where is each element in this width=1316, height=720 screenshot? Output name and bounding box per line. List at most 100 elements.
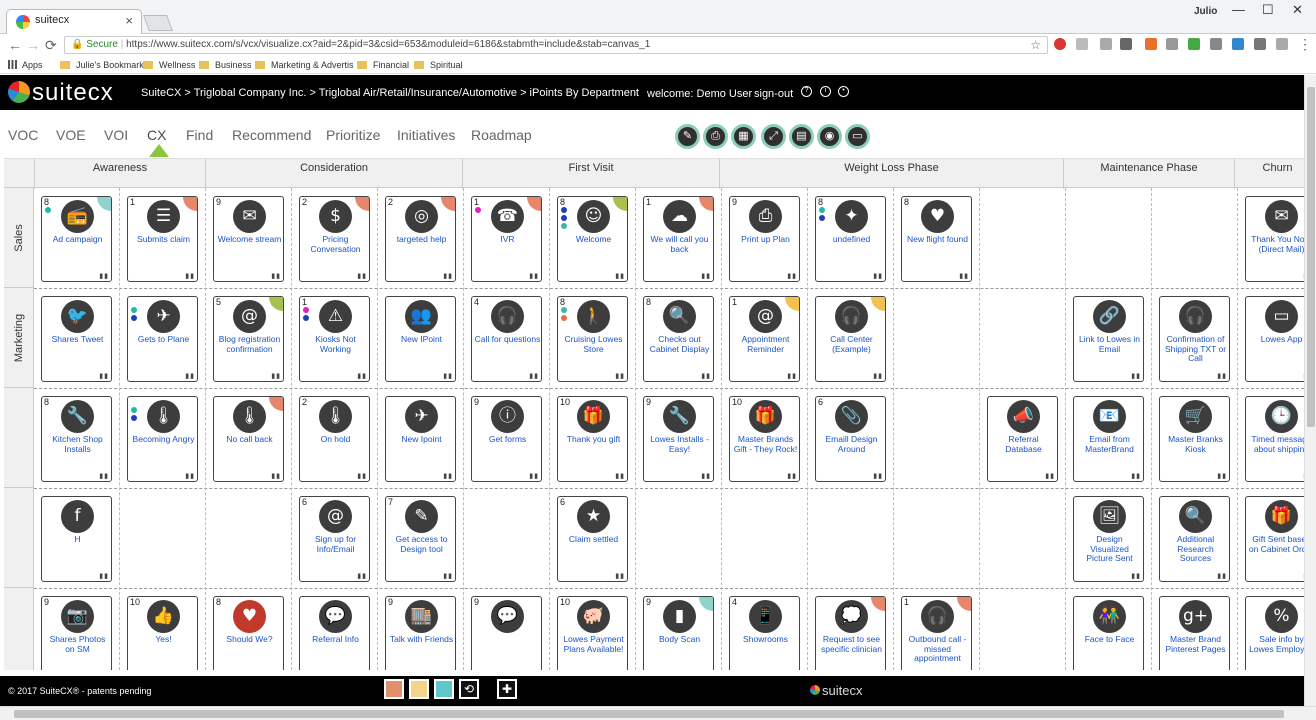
- view-tool-icon[interactable]: ◉: [817, 124, 842, 149]
- ipoint-card[interactable]: 9💬▮▮: [471, 596, 542, 670]
- ipoint-card[interactable]: 5 @ Blog registration confirmation ▮▮: [213, 296, 284, 382]
- ipoint-card[interactable]: 9 🔧 Lowes Installs - Easy! ▮▮: [643, 396, 714, 482]
- ipoint-card[interactable]: 6 @ Sign up for Info/Email ▮▮: [299, 496, 370, 582]
- help-icon[interactable]: ?: [801, 86, 812, 97]
- document-tool-icon[interactable]: ▤: [789, 124, 814, 149]
- ipoint-card[interactable]: 10 🎁 Master Brands Gift - They Rock! ▮▮: [729, 396, 800, 482]
- nav-voe[interactable]: VOE: [56, 127, 86, 143]
- phase-maintenance[interactable]: Maintenance Phase: [1063, 159, 1234, 189]
- ipoint-card[interactable]: 2 🌡 On hold ▮▮: [299, 396, 370, 482]
- pin-tool-icon[interactable]: ✎: [675, 124, 700, 149]
- ipoint-card[interactable]: 10🐖Lowes Payment Plans Available!▮▮: [557, 596, 628, 670]
- expand-tool-icon[interactable]: ⤢: [761, 124, 786, 149]
- ipoint-card[interactable]: 8 🚶 Cruising Lowes Store ▮▮: [557, 296, 628, 382]
- ipoint-card[interactable]: ✉Thank You Note (Direct Mail) ▮▮: [1245, 196, 1304, 282]
- ipoint-card[interactable]: 7 ✎ Get access to Design tool ▮▮: [385, 496, 456, 582]
- bookmark-folder[interactable]: Wellness: [143, 60, 195, 70]
- info-icon[interactable]: i: [820, 86, 831, 97]
- minimize-icon[interactable]: —: [1232, 2, 1245, 17]
- nav-cx[interactable]: CX: [147, 127, 166, 143]
- nav-find[interactable]: Find: [186, 127, 213, 143]
- menu-icon[interactable]: ⋮: [1298, 36, 1312, 53]
- nav-recommend[interactable]: Recommend: [232, 127, 311, 143]
- ipoint-card[interactable]: 🕒Timed message about shipping ▮▮: [1245, 396, 1304, 482]
- breadcrumb[interactable]: SuiteCX > Triglobal Company Inc. > Trigl…: [141, 87, 639, 99]
- ipoint-card[interactable]: 2 $ Pricing Conversation ▮▮: [299, 196, 370, 282]
- back-icon[interactable]: ←: [8, 37, 22, 53]
- ipoint-card[interactable]: 🎧 Call Center (Example) ▮▮: [815, 296, 886, 382]
- extension-icon[interactable]: [1100, 38, 1112, 50]
- settings-icon[interactable]: •: [838, 86, 849, 97]
- ipoint-card[interactable]: 💬Referral Info▮▮: [299, 596, 370, 670]
- ipoint-card[interactable]: 🐦 Shares Tweet ▮▮: [41, 296, 112, 382]
- ipoint-card[interactable]: 8 ✦ undefined ▮▮: [815, 196, 886, 282]
- ipoint-card[interactable]: %Sale info by Lowes Employee▮▮: [1245, 596, 1304, 670]
- ipoint-card[interactable]: g+Master Brand Pinterest Pages▮▮: [1159, 596, 1230, 670]
- ipoint-card[interactable]: 8 📻 Ad campaign ▮▮: [41, 196, 112, 282]
- display-tool-icon[interactable]: ▭: [845, 124, 870, 149]
- ipoint-card[interactable]: 1 ☰ Submits claim ▮▮: [127, 196, 198, 282]
- ipoint-card[interactable]: 🛒 Master Branks Kiosk ▮▮: [1159, 396, 1230, 482]
- ipoint-card[interactable]: 2 ◎ targeted help ▮▮: [385, 196, 456, 282]
- bookmark-folder[interactable]: Business: [199, 60, 252, 70]
- extension-icon[interactable]: [1232, 38, 1244, 50]
- extension-icon[interactable]: [1254, 38, 1266, 50]
- extension-icon[interactable]: [1145, 38, 1157, 50]
- nav-voc[interactable]: VOC: [8, 127, 38, 143]
- ipoint-card[interactable]: 1🎧Outbound call - missed appointment▮▮: [901, 596, 972, 670]
- horizontal-scrollbar[interactable]: [0, 706, 1316, 720]
- phase-awareness[interactable]: Awareness: [34, 159, 205, 189]
- ipoint-card[interactable]: 1 ☁ We will call you back ▮▮: [643, 196, 714, 282]
- ipoint-card[interactable]: 4📱Showrooms▮▮: [729, 596, 800, 670]
- ipoint-card[interactable]: 10 🎁 Thank you gift ▮▮: [557, 396, 628, 482]
- ipoint-card[interactable]: 8♥Should We?▮▮: [213, 596, 284, 670]
- ipoint-card[interactable]: 🔍 Additional Research Sources ▮▮: [1159, 496, 1230, 582]
- ipoint-card[interactable]: 9 ⎙ Print up Plan ▮▮: [729, 196, 800, 282]
- address-bar[interactable]: 🔒 Secure | https://www.suitecx.com/s/vcx…: [64, 36, 1048, 54]
- phase-weight-loss[interactable]: Weight Loss Phase: [719, 159, 1063, 189]
- ipoint-card[interactable]: 9 ✉ Welcome stream ▮▮: [213, 196, 284, 282]
- extension-icon[interactable]: [1166, 38, 1178, 50]
- ipoint-card[interactable]: 9 ⓘ Get forms ▮▮: [471, 396, 542, 482]
- phase-first-visit[interactable]: First Visit: [462, 159, 719, 189]
- ipoint-card[interactable]: ✈ New Ipoint ▮▮: [385, 396, 456, 482]
- browser-profile-name[interactable]: Julio: [1194, 6, 1217, 17]
- vertical-scrollbar[interactable]: [1304, 75, 1316, 706]
- phase-consideration[interactable]: Consideration: [205, 159, 462, 189]
- ipoint-card[interactable]: 6 📎 Emaill Design Around ▮▮: [815, 396, 886, 482]
- pinterest-extension-icon[interactable]: [1054, 38, 1066, 50]
- vertical-scroll-thumb[interactable]: [1307, 87, 1315, 427]
- fullscreen-icon[interactable]: ✚: [497, 679, 517, 699]
- nav-roadmap[interactable]: Roadmap: [471, 127, 532, 143]
- ipoint-card[interactable]: 8 🔍 Checks out Cabinet Display ▮▮: [643, 296, 714, 382]
- horizontal-scroll-thumb[interactable]: [14, 710, 1284, 718]
- extension-icon[interactable]: [1210, 38, 1222, 50]
- new-tab-button[interactable]: [143, 15, 173, 31]
- color-swatch-orange[interactable]: [384, 679, 404, 699]
- ipoint-card[interactable]: 4 🎧 Call for questions ▮▮: [471, 296, 542, 382]
- forward-icon[interactable]: →: [26, 37, 40, 53]
- maximize-icon[interactable]: ☐: [1262, 2, 1274, 18]
- ipoint-card[interactable]: 👫Face to Face▮▮: [1073, 596, 1144, 670]
- extension-icon[interactable]: [1188, 38, 1200, 50]
- ipoint-card[interactable]: ✈ Gets to Plane ▮▮: [127, 296, 198, 382]
- ipoint-card[interactable]: 📣 Referral Database ▮▮: [987, 396, 1058, 482]
- nav-prioritize[interactable]: Prioritize: [326, 127, 380, 143]
- ipoint-card[interactable]: 🖼 Design Visualized Picture Sent ▮▮: [1073, 496, 1144, 582]
- ipoint-card[interactable]: f H ▮▮: [41, 496, 112, 582]
- ipoint-card[interactable]: 👥 New IPoint ▮▮: [385, 296, 456, 382]
- bookmark-star-icon[interactable]: ☆: [1030, 38, 1041, 52]
- color-swatch-yellow[interactable]: [409, 679, 429, 699]
- ipoint-card[interactable]: 🎁Gift Sent based on Cabinet Order ▮▮: [1245, 496, 1304, 582]
- ipoint-card[interactable]: 9▮Body Scan▮▮: [643, 596, 714, 670]
- refresh-icon[interactable]: ⟲: [459, 679, 479, 699]
- phase-churn[interactable]: Churn: [1234, 159, 1304, 189]
- ipoint-card[interactable]: 💭Request to see specific clinician▮▮: [815, 596, 886, 670]
- ipoint-card[interactable]: 1 ☎ IVR ▮▮: [471, 196, 542, 282]
- signout-link[interactable]: sign-out: [754, 88, 793, 100]
- nav-voi[interactable]: VOI: [104, 127, 128, 143]
- close-window-icon[interactable]: ✕: [1292, 2, 1303, 18]
- ipoint-card[interactable]: 🔗 Link to Lowes in Email ▮▮: [1073, 296, 1144, 382]
- ipoint-card[interactable]: 9🏬Talk with Friends▮▮: [385, 596, 456, 670]
- bookmark-folder[interactable]: Julie's Bookmarks: [60, 60, 148, 70]
